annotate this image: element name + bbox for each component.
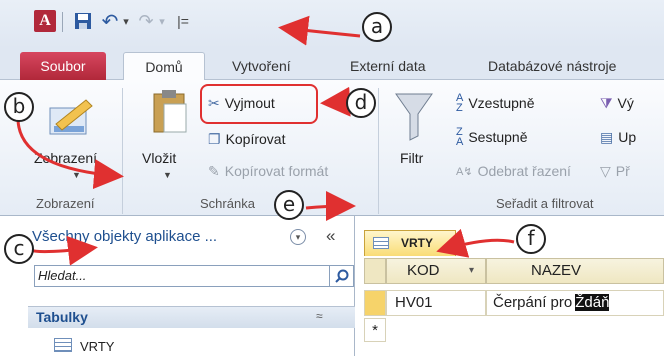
- group-label-views: Zobrazení: [36, 196, 95, 211]
- sort-ascending-icon: AZ: [456, 92, 464, 114]
- cell-nazev[interactable]: Čerpání pro Ždáň: [486, 290, 664, 316]
- tab-create[interactable]: Vytvoření: [222, 52, 301, 80]
- column-header-kod[interactable]: KOD ▾: [386, 258, 486, 284]
- cell-nazev-text: Čerpání pro: [493, 294, 573, 311]
- copy-label: Kopírovat: [225, 131, 286, 147]
- sort-ascending-label: Vzestupně: [468, 95, 535, 111]
- format-painter-label: Kopírovat formát: [224, 163, 329, 179]
- sort-ascending-button[interactable]: AZ Vzestupně: [456, 92, 535, 114]
- group-label-sort-filter: Seřadit a filtrovat: [496, 196, 594, 211]
- callout-b: b: [4, 92, 34, 122]
- row-selector[interactable]: [364, 290, 386, 316]
- search-icon[interactable]: [330, 265, 354, 287]
- new-record-marker[interactable]: *: [364, 318, 386, 342]
- remove-sort-label: Odebrat řazení: [477, 163, 571, 179]
- selection-filter-icon: ⧩: [600, 94, 613, 111]
- callout-c: c: [4, 234, 34, 264]
- cell-kod[interactable]: HV01: [386, 290, 486, 316]
- copy-icon: ❐: [208, 130, 221, 147]
- toggle-filter-label: Př: [615, 163, 630, 179]
- group-label-clipboard: Schránka: [200, 196, 255, 211]
- column-menu-icon[interactable]: ▾: [469, 259, 474, 283]
- table-icon: [373, 237, 389, 249]
- sort-descending-icon: ZA: [456, 126, 464, 148]
- document-tab-label: VRTY: [401, 236, 434, 250]
- section-collapse-icon[interactable]: ≈: [316, 309, 323, 323]
- document-tab-vrty[interactable]: VRTY: [364, 230, 456, 256]
- brush-icon: ✎: [208, 162, 220, 179]
- paste-dropdown-icon[interactable]: ▼: [163, 170, 172, 180]
- selection-filter-label: Vý: [617, 95, 634, 111]
- callout-d: d: [346, 88, 376, 118]
- format-painter-button[interactable]: ✎ Kopírovat formát: [208, 160, 328, 182]
- save-icon[interactable]: [72, 10, 94, 32]
- undo-icon[interactable]: ↶: [100, 10, 120, 33]
- remove-sort-icon: A↯: [456, 165, 473, 178]
- tab-database-tools[interactable]: Databázové nástroje: [478, 52, 626, 80]
- remove-sort-button[interactable]: A↯ Odebrat řazení: [456, 160, 571, 182]
- dialog-launcher-icon[interactable]: ↘: [344, 200, 352, 211]
- customize-toolbar-icon[interactable]: |=: [172, 10, 194, 32]
- callout-e: e: [274, 190, 304, 220]
- table-icon: [54, 338, 72, 352]
- access-app-icon: A: [34, 10, 56, 32]
- selection-filter-button[interactable]: ⧩ Vý: [600, 92, 634, 114]
- column-header-kod-label: KOD: [407, 262, 440, 279]
- tables-section-label: Tabulky: [36, 309, 88, 325]
- tab-external-data[interactable]: Externí data: [340, 52, 436, 80]
- selected-text: Ždáň: [575, 294, 610, 311]
- paste-icon[interactable]: [150, 88, 190, 138]
- sort-descending-label: Sestupně: [468, 129, 528, 145]
- nav-menu-dropdown-icon[interactable]: ▾: [290, 229, 306, 245]
- undo-dropdown-icon[interactable]: ▾: [120, 10, 132, 32]
- filter-button-label[interactable]: Filtr: [400, 150, 423, 166]
- advanced-filter-icon: ▤: [600, 128, 614, 145]
- row-selector-header[interactable]: [364, 258, 386, 284]
- tab-home[interactable]: Domů: [123, 52, 205, 81]
- tab-file[interactable]: Soubor: [20, 52, 106, 80]
- group-divider: [378, 88, 379, 214]
- collapse-pane-icon[interactable]: «: [326, 226, 335, 246]
- toggle-filter-button[interactable]: ▽ Př: [600, 160, 630, 182]
- copy-button[interactable]: ❐ Kopírovat: [208, 128, 286, 150]
- view-icon[interactable]: [46, 94, 96, 142]
- callout-f: f: [516, 224, 546, 254]
- cut-highlight-frame: [200, 84, 318, 124]
- ribbon-tabs: Soubor Domů Vytvoření Externí data Datab…: [0, 48, 664, 81]
- redo-dropdown-icon[interactable]: ▾: [156, 10, 168, 32]
- sort-descending-button[interactable]: ZA Sestupně: [456, 126, 528, 148]
- paste-button-label[interactable]: Vložit: [142, 150, 176, 166]
- group-divider: [122, 88, 123, 214]
- nav-table-item[interactable]: VRTY: [80, 339, 114, 354]
- redo-icon[interactable]: ↷: [136, 10, 156, 32]
- column-header-nazev[interactable]: NAZEV: [486, 258, 664, 284]
- quick-access-toolbar: A ↶ ▾ ↷ ▾ |=: [0, 0, 664, 48]
- view-button-label[interactable]: Zobrazení: [34, 150, 97, 166]
- toggle-filter-icon: ▽: [600, 162, 611, 179]
- toolbar-divider: [62, 12, 63, 32]
- callout-a: a: [362, 12, 392, 42]
- advanced-filter-button[interactable]: ▤ Up: [600, 126, 636, 148]
- search-input[interactable]: Hledat...: [34, 265, 330, 287]
- nav-pane-title[interactable]: Všechny objekty aplikace ...: [32, 228, 217, 245]
- advanced-filter-label: Up: [618, 129, 637, 145]
- view-dropdown-icon[interactable]: ▼: [72, 170, 81, 180]
- filter-icon[interactable]: [392, 88, 436, 144]
